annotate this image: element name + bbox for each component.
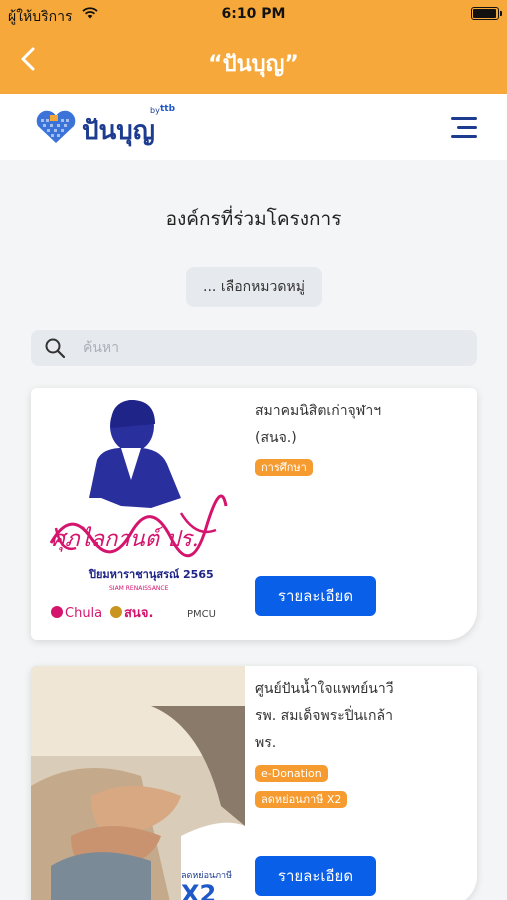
nav-title: “ปันบุญ” xyxy=(208,52,299,77)
image-subtitle-text: SIAM RENAISSANCE xyxy=(109,585,169,592)
organization-image: ลดหย่อนภาษี X2 xyxy=(31,666,245,900)
logo-text: ปันบุญ xyxy=(82,116,155,146)
organization-name-line: พร. xyxy=(255,735,277,751)
hamburger-menu-icon[interactable] xyxy=(451,116,477,138)
clock: 6:10 PM xyxy=(221,6,286,22)
organization-card: ลดหย่อนภาษี X2 ศูนย์ปันน้ำใจแพทย์นาวี รพ… xyxy=(31,666,477,900)
category-select-button[interactable]: ... เลือกหมวดหมู่ xyxy=(186,267,322,307)
organization-name-line: สมาคมนิสิตเก่าจุฬาฯ xyxy=(255,403,382,419)
image-signature-text: ศุภไลกานต์ ปร. xyxy=(51,526,199,552)
details-button[interactable]: รายละเอียด xyxy=(255,856,376,896)
edonation-tag: e-Donation xyxy=(255,765,328,782)
site-header: ปันบุญ by ttb xyxy=(0,94,507,160)
tax-badge-x2: X2 xyxy=(181,880,216,900)
search-bar xyxy=(31,330,477,366)
tax-deduction-tag: ลดหย่อนภาษี X2 xyxy=(255,791,348,808)
battery-icon xyxy=(471,7,502,20)
ttb-logo: ttb xyxy=(160,104,176,114)
category-tag: การศึกษา xyxy=(255,459,313,476)
details-button[interactable]: รายละเอียด xyxy=(255,576,376,616)
organization-card: ศุภไลกานต์ ปร. ปิยมหาราชานุสรณ์ 2565 SIA… xyxy=(31,388,477,640)
heart-logo-icon xyxy=(36,110,76,143)
search-input[interactable] xyxy=(83,330,463,366)
organization-name-line: ศูนย์ปันน้ำใจแพทย์นาวี xyxy=(255,681,394,697)
sponsor-pmcu-text: PMCU xyxy=(187,609,216,620)
main-content: องค์กรที่ร่วมโครงการ ... เลือกหมวดหมู่ ศ… xyxy=(0,160,507,900)
organization-name-line: รพ. สมเด็จพระปิ่นเกล้า xyxy=(255,708,393,724)
organization-name-line: (สนจ.) xyxy=(255,430,297,446)
organization-name: สมาคมนิสิตเก่าจุฬาฯ (สนจ.) xyxy=(255,398,467,452)
image-event-text: ปิยมหาราชานุสรณ์ 2565 xyxy=(88,568,214,582)
logo-by-text: by xyxy=(150,106,160,115)
punboon-logo[interactable]: ปันบุญ by ttb xyxy=(34,104,176,146)
status-bar: ผู้ให้บริการ 6:10 PM xyxy=(0,0,507,28)
organization-image: ศุภไลกานต์ ปร. ปิยมหาราชานุสรณ์ 2565 SIA… xyxy=(31,388,245,640)
tag-list: e-Donation ลดหย่อนภาษี X2 xyxy=(255,762,467,814)
sponsor-chula-text: Chula xyxy=(65,606,102,621)
search-icon xyxy=(45,338,66,359)
page-title: องค์กรที่ร่วมโครงการ xyxy=(165,208,342,230)
organization-name: ศูนย์ปันน้ำใจแพทย์นาวี รพ. สมเด็จพระปิ่น… xyxy=(255,676,467,757)
top-bar: ผู้ให้บริการ 6:10 PM “ปันบุญ” xyxy=(0,0,507,94)
tag-list: การศึกษา xyxy=(255,456,467,482)
sponsor-snj-text: สนจ. xyxy=(124,606,153,621)
